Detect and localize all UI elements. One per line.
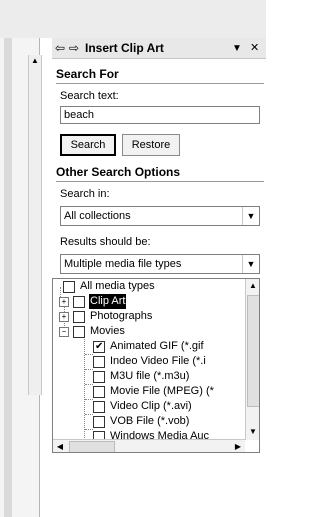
expand-plus-icon[interactable]: +	[59, 297, 69, 307]
scroll-left-icon[interactable]: ◀	[53, 440, 67, 452]
back-arrow-icon[interactable]: ⇦	[55, 38, 65, 59]
forward-arrow-icon[interactable]: ⇨	[69, 38, 79, 59]
search-text-label: Search text:	[60, 90, 119, 102]
section-divider	[56, 83, 264, 84]
tree-item-label: M3U file (*.m3u)	[110, 370, 190, 382]
checkbox[interactable]	[93, 356, 105, 368]
tree-item-label: Photographs	[90, 310, 153, 322]
checkbox[interactable]	[73, 326, 85, 338]
tree-item-label: Movies	[90, 325, 125, 337]
scroll-up-icon[interactable]: ▲	[246, 279, 259, 293]
section-divider	[56, 181, 264, 182]
left-ruler	[4, 38, 12, 517]
checkbox[interactable]	[93, 386, 105, 398]
tree-vertical-scrollbar[interactable]: ▲ ▼	[245, 279, 259, 440]
tree-item-label: Movie File (MPEG) (*	[110, 385, 214, 397]
checkbox[interactable]	[73, 296, 85, 308]
checkbox[interactable]	[93, 401, 105, 413]
results-type-value: Multiple media file types	[64, 258, 182, 270]
window-top-bar	[0, 0, 266, 38]
expand-plus-icon[interactable]: +	[59, 312, 69, 322]
pane-menu-arrow-icon[interactable]: ▼	[232, 38, 242, 59]
tree-item-label: Video Clip (*.avi)	[110, 400, 192, 412]
search-in-value: All collections	[64, 210, 131, 222]
checkbox[interactable]	[93, 371, 105, 383]
scrollbar-thumb[interactable]	[247, 295, 259, 407]
search-text-input[interactable]: beach	[60, 106, 260, 124]
close-icon[interactable]: ✕	[250, 38, 259, 59]
tree-item-label: Indeo Video File (*.i	[110, 355, 206, 367]
tree-item-label: Animated GIF (*.gif	[110, 340, 204, 352]
results-should-be-label: Results should be:	[60, 236, 151, 248]
restore-button[interactable]: Restore	[122, 134, 180, 156]
scroll-up-icon[interactable]: ▲	[29, 55, 41, 67]
collapse-minus-icon[interactable]: −	[59, 327, 69, 337]
scrollbar-thumb[interactable]	[69, 441, 115, 452]
scroll-right-icon[interactable]: ▶	[231, 440, 245, 452]
search-for-heading: Search For	[56, 67, 119, 81]
tree-item-label: VOB File (*.vob)	[110, 415, 190, 427]
chevron-down-icon[interactable]: ▼	[242, 207, 259, 225]
search-button[interactable]: Search	[60, 134, 116, 156]
other-search-options-heading: Other Search Options	[56, 165, 181, 179]
media-types-tree[interactable]: All media types + Clip Art + Photographs…	[52, 278, 260, 453]
main-vertical-scrollbar[interactable]: ▲	[28, 55, 42, 395]
checkbox[interactable]	[73, 311, 85, 323]
checkbox[interactable]	[93, 416, 105, 428]
scroll-down-icon[interactable]: ▼	[246, 425, 259, 439]
checkbox-checked[interactable]	[93, 339, 105, 354]
search-in-dropdown[interactable]: All collections ▼	[60, 206, 260, 226]
results-type-dropdown[interactable]: Multiple media file types ▼	[60, 254, 260, 274]
tree-horizontal-scrollbar[interactable]: ◀ ▶	[53, 439, 245, 452]
checkbox[interactable]	[63, 281, 75, 293]
task-pane-title: Insert Clip Art	[85, 41, 164, 55]
tree-item-label: All media types	[80, 280, 155, 292]
chevron-down-icon[interactable]: ▼	[242, 255, 259, 273]
search-in-label: Search in:	[60, 188, 110, 200]
tree-item-label: Clip Art	[89, 294, 127, 309]
